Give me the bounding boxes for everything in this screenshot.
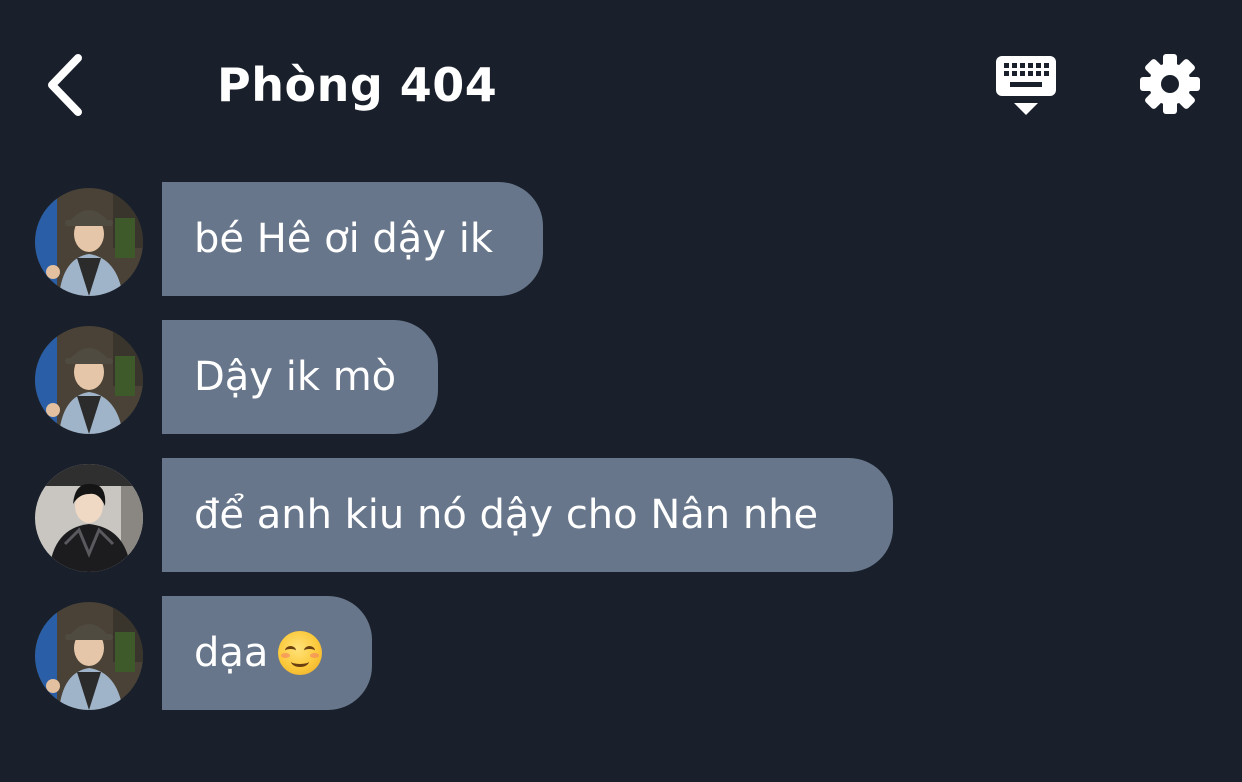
avatar-bucket-hat-image [35, 188, 143, 296]
sender-avatar[interactable] [35, 602, 143, 710]
message-bubble[interactable]: bé Hê ơi dậy ik [162, 182, 543, 296]
chevron-left-icon [48, 54, 82, 116]
message-row: dạa [0, 596, 1242, 710]
settings-button[interactable] [1138, 52, 1202, 116]
sender-avatar[interactable] [35, 464, 143, 572]
sender-avatar[interactable] [35, 188, 143, 296]
message-text: bé Hê ơi dậy ik [194, 216, 493, 262]
chat-header: Phòng 404 [0, 0, 1242, 170]
message-bubble[interactable]: để anh kiu nó dậy cho Nân nhe [162, 458, 893, 572]
avatar-leather-jacket-image [35, 464, 143, 572]
gear-icon [1140, 54, 1200, 114]
avatar-bucket-hat-image [35, 602, 143, 710]
message-row: để anh kiu nó dậy cho Nân nhe [0, 458, 1242, 572]
message-bubble[interactable]: Dậy ik mò [162, 320, 438, 434]
sender-avatar[interactable] [35, 326, 143, 434]
back-button[interactable] [40, 50, 96, 120]
keyboard-toggle-button[interactable] [992, 52, 1060, 120]
message-text: dạa [194, 630, 269, 676]
message-bubble[interactable]: dạa [162, 596, 372, 710]
message-text: Dậy ik mò [194, 354, 397, 400]
chat-title: Phòng 404 [217, 58, 498, 112]
message-row: Dậy ik mò [0, 320, 1242, 434]
message-row: bé Hê ơi dậy ik [0, 182, 1242, 296]
avatar-bucket-hat-image [35, 326, 143, 434]
message-text: để anh kiu nó dậy cho Nân nhe [194, 492, 819, 538]
keyboard-icon [996, 56, 1056, 115]
smiling-face-icon [278, 631, 323, 675]
